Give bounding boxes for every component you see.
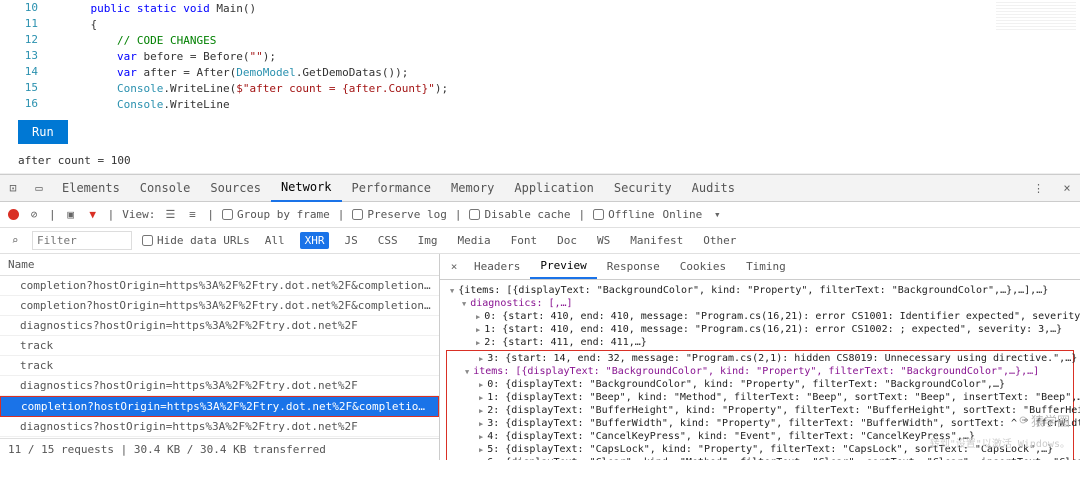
tab-application[interactable]: Application <box>504 175 603 201</box>
code-line[interactable]: var after = After(DemoModel.GetDemoDatas… <box>56 65 1080 81</box>
preview-line[interactable]: items: [{displayText: "BackgroundColor",… <box>447 365 1073 378</box>
more-icon[interactable]: ⋮ <box>1023 182 1054 195</box>
code-line[interactable]: Console.WriteLine($"after count = {after… <box>56 81 1080 97</box>
output-text: after count = 100 <box>0 152 1080 174</box>
view-large-icon[interactable]: ☰ <box>163 208 177 222</box>
preview-line[interactable]: 0: {start: 410, end: 410, message: "Prog… <box>444 310 1076 323</box>
disable-cache-checkbox[interactable]: Disable cache <box>469 208 570 221</box>
code-line[interactable]: public static void Main() <box>56 1 1080 17</box>
watermark: ⊙猿学圈 <box>1019 411 1070 430</box>
filter-img[interactable]: Img <box>413 232 443 249</box>
name-column-header[interactable]: Name <box>0 254 439 276</box>
tab-memory[interactable]: Memory <box>441 175 504 201</box>
subtab-headers[interactable]: Headers <box>464 255 530 278</box>
subtab-response[interactable]: Response <box>597 255 670 278</box>
filter-ws[interactable]: WS <box>592 232 615 249</box>
code-line[interactable]: Console.WriteLine <box>56 97 1080 113</box>
preview-line[interactable]: 0: {displayText: "BackgroundColor", kind… <box>447 378 1073 391</box>
code-line[interactable]: var before = Before(""); <box>56 49 1080 65</box>
status-bar: 11 / 15 requests | 30.4 KB / 30.4 KB tra… <box>0 438 439 460</box>
request-row[interactable]: completion?hostOrigin=https%3A%2F%2Ftry.… <box>0 296 439 316</box>
filter-xhr[interactable]: XHR <box>300 232 330 249</box>
network-toolbar: ⊘ | ▣ ▼ | View: ☰ ≡ | Group by frame | P… <box>0 202 1080 228</box>
minimap <box>996 2 1076 32</box>
request-row[interactable]: diagnostics?hostOrigin=https%3A%2F%2Ftry… <box>0 417 439 437</box>
record-icon[interactable] <box>8 209 19 220</box>
tab-security[interactable]: Security <box>604 175 682 201</box>
filter-input[interactable] <box>32 231 132 250</box>
request-list: completion?hostOrigin=https%3A%2F%2Ftry.… <box>0 276 439 438</box>
clear-icon[interactable]: ⊘ <box>27 208 41 222</box>
code-area[interactable]: public static void Main() { // CODE CHAN… <box>56 0 1080 110</box>
filter-all[interactable]: All <box>260 232 290 249</box>
filter-font[interactable]: Font <box>506 232 543 249</box>
preview-line[interactable]: 2: {start: 411, end: 411,…} <box>444 336 1076 349</box>
tab-console[interactable]: Console <box>130 175 201 201</box>
subtab-preview[interactable]: Preview <box>530 254 596 279</box>
preview-line[interactable]: 1: {displayText: "Beep", kind: "Method",… <box>447 391 1073 404</box>
filter-manifest[interactable]: Manifest <box>625 232 688 249</box>
request-row[interactable]: track <box>0 336 439 356</box>
preview-line[interactable]: diagnostics: [,…] <box>444 297 1076 310</box>
device-icon[interactable]: ▭ <box>26 181 52 195</box>
preview-line[interactable]: 1: {start: 410, end: 410, message: "Prog… <box>444 323 1076 336</box>
preview-line[interactable]: {items: [{displayText: "BackgroundColor"… <box>444 284 1076 297</box>
view-small-icon[interactable]: ≡ <box>185 208 199 222</box>
filter-media[interactable]: Media <box>452 232 495 249</box>
filter-css[interactable]: CSS <box>373 232 403 249</box>
request-row[interactable]: diagnostics?hostOrigin=https%3A%2F%2Ftry… <box>0 376 439 396</box>
tab-elements[interactable]: Elements <box>52 175 130 201</box>
hide-urls-checkbox[interactable]: Hide data URLs <box>142 234 250 247</box>
offline-checkbox[interactable]: Offline <box>593 208 654 221</box>
line-gutter: 10111213141516 <box>0 0 56 110</box>
tab-performance[interactable]: Performance <box>342 175 441 201</box>
preserve-checkbox[interactable]: Preserve log <box>352 208 446 221</box>
camera-icon[interactable]: ▣ <box>64 208 78 222</box>
inspect-icon[interactable]: ⊡ <box>0 181 26 195</box>
close-icon[interactable]: × <box>1054 181 1080 195</box>
tab-sources[interactable]: Sources <box>200 175 271 201</box>
group-checkbox[interactable]: Group by frame <box>222 208 330 221</box>
run-button[interactable]: Run <box>18 120 68 144</box>
tab-network[interactable]: Network <box>271 174 342 202</box>
request-row[interactable]: completion?hostOrigin=https%3A%2F%2Ftry.… <box>0 396 439 417</box>
request-row[interactable]: completion?hostOrigin=https%3A%2F%2Ftry.… <box>0 276 439 296</box>
filter-js[interactable]: JS <box>339 232 362 249</box>
code-line[interactable]: { <box>56 17 1080 33</box>
online-label: Online <box>663 208 703 221</box>
devtools-tabs: ⊡ ▭ ElementsConsoleSourcesNetworkPerform… <box>0 175 1080 202</box>
request-row[interactable]: track <box>0 356 439 376</box>
code-line[interactable]: // CODE CHANGES <box>56 33 1080 49</box>
filter-bar: ⌕ Hide data URLs All XHR JS CSS Img Media Font… <box>0 228 1080 254</box>
request-row[interactable]: diagnostics?hostOrigin=https%3A%2F%2Ftry… <box>0 316 439 336</box>
preview-line[interactable]: 3: {displayText: "BufferWidth", kind: "P… <box>447 417 1073 430</box>
tab-audits[interactable]: Audits <box>682 175 745 201</box>
preview-line[interactable]: 2: {displayText: "BufferHeight", kind: "… <box>447 404 1073 417</box>
subtab-cookies[interactable]: Cookies <box>670 255 736 278</box>
filter-doc[interactable]: Doc <box>552 232 582 249</box>
subtab-timing[interactable]: Timing <box>736 255 796 278</box>
detail-tabs: × HeadersPreviewResponseCookiesTiming <box>440 254 1080 280</box>
close-detail-icon[interactable]: × <box>444 260 464 273</box>
funnel-icon[interactable]: ⌕ <box>8 234 22 248</box>
filter-other[interactable]: Other <box>698 232 741 249</box>
chevron-down-icon[interactable]: ▾ <box>710 208 724 222</box>
preview-line[interactable]: 6: {displayText: "Clear", kind: "Method"… <box>447 456 1073 460</box>
view-label: View: <box>122 208 155 221</box>
windows-activation: 转到"设置"以激活 Windows。 <box>930 435 1070 450</box>
preview-panel[interactable]: {items: [{displayText: "BackgroundColor"… <box>440 280 1080 460</box>
preview-line[interactable]: 3: {start: 14, end: 32, message: "Progra… <box>447 352 1073 365</box>
filter-icon[interactable]: ▼ <box>86 208 100 222</box>
